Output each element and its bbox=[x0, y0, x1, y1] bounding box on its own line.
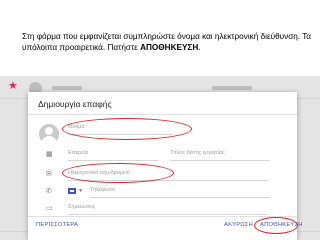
title-divider bbox=[28, 114, 297, 115]
company-placeholder: Εταιρεία bbox=[68, 150, 89, 156]
instruction-emphasis: ΑΠΟΘΗΚΕΥΣΗ bbox=[140, 43, 199, 52]
phone-field[interactable]: Τηλέφωνο bbox=[90, 187, 270, 198]
phone-placeholder: Τηλέφωνο bbox=[90, 187, 115, 193]
star-icon: ★ bbox=[8, 80, 18, 92]
notes-placeholder: Σημειώσεις bbox=[68, 204, 96, 210]
more-button[interactable]: ΠΕΡΙΣΣΟΤΕΡΑ bbox=[36, 222, 78, 228]
notes-field[interactable]: Σημειώσεις bbox=[68, 204, 268, 215]
footer-divider bbox=[28, 216, 297, 217]
chevron-down-icon[interactable]: ▼ bbox=[78, 188, 83, 194]
job-title-field[interactable]: Τίτλος θέσης εργασίας bbox=[170, 150, 270, 161]
annotation-circle-save bbox=[254, 217, 298, 234]
company-field[interactable]: Εταιρεία bbox=[68, 150, 158, 161]
instruction-text: Στη φόρμα που εμφανίζεται συμπληρώστε όν… bbox=[22, 31, 318, 53]
building-icon: ▦ bbox=[46, 151, 53, 158]
cancel-button[interactable]: ΑΚΥΡΩΣΗ bbox=[224, 222, 253, 228]
annotation-circle-email bbox=[62, 163, 174, 183]
contact-name-blurred bbox=[52, 86, 82, 90]
phone-icon: ✆ bbox=[46, 188, 52, 195]
annotation-circle-name bbox=[62, 118, 192, 140]
dialog-title: Δημιουργία επαφής bbox=[38, 99, 112, 109]
create-contact-dialog: Δημιουργία επαφής Όνομα ▦ Εταιρεία Τίτλο… bbox=[28, 92, 302, 240]
envelope-icon: ✉ bbox=[46, 171, 52, 178]
greek-flag-icon[interactable] bbox=[68, 188, 76, 194]
job-title-placeholder: Τίτλος θέσης εργασίας bbox=[170, 150, 225, 156]
note-icon: ▭ bbox=[46, 205, 53, 212]
avatar-placeholder-icon[interactable] bbox=[39, 124, 59, 144]
tutorial-screenshot: Στη φόρμα που εμφανίζεται συμπληρώστε όν… bbox=[0, 0, 320, 240]
instruction-end: . bbox=[198, 43, 201, 52]
contact-email-blurred bbox=[212, 86, 252, 90]
